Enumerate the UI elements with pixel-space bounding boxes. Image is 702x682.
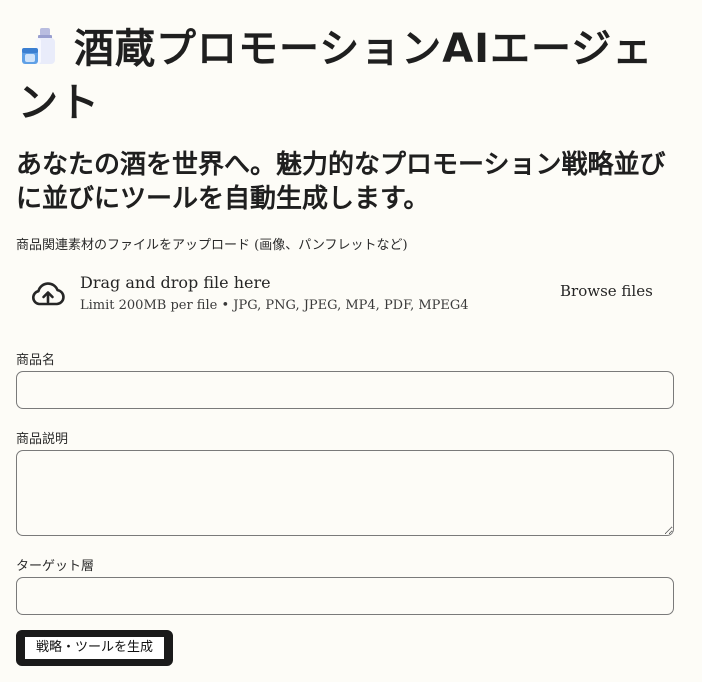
page-title-text: 酒蔵プロモーションAIエージェント [18,26,654,126]
file-dropzone[interactable]: Drag and drop file here Limit 200MB per … [16,262,674,324]
cloud-upload-icon [32,282,65,306]
upload-label: 商品関連素材のファイルをアップロード (画像、パンフレットなど) [16,238,408,253]
product-name-label: 商品名 [16,353,56,368]
generate-strategy-button-label: 戦略・ツールを生成 [25,637,164,659]
generate-strategy-button[interactable]: 戦略・ツールを生成 [16,630,173,666]
product-name-input[interactable] [16,371,674,409]
dropzone-instruction: Drag and drop file here [80,273,271,292]
browse-files-button[interactable]: Browse files [552,282,661,300]
dropzone-limit: Limit 200MB per file • JPG, PNG, JPEG, M… [80,298,469,313]
product-description-label: 商品説明 [16,432,69,447]
app-page: 酒蔵プロモーションAIエージェント あなたの酒を世界へ。魅力的なプロモーション戦… [0,0,702,682]
target-audience-input[interactable] [16,577,674,615]
sake-bottle-icon [18,22,64,68]
page-subtitle: あなたの酒を世界へ。魅力的なプロモーション戦略並びに並びにツールを自動生成します… [16,150,666,214]
page-title: 酒蔵プロモーションAIエージェント [18,22,678,130]
product-description-textarea[interactable] [16,450,674,536]
target-audience-label: ターゲット層 [16,559,95,574]
